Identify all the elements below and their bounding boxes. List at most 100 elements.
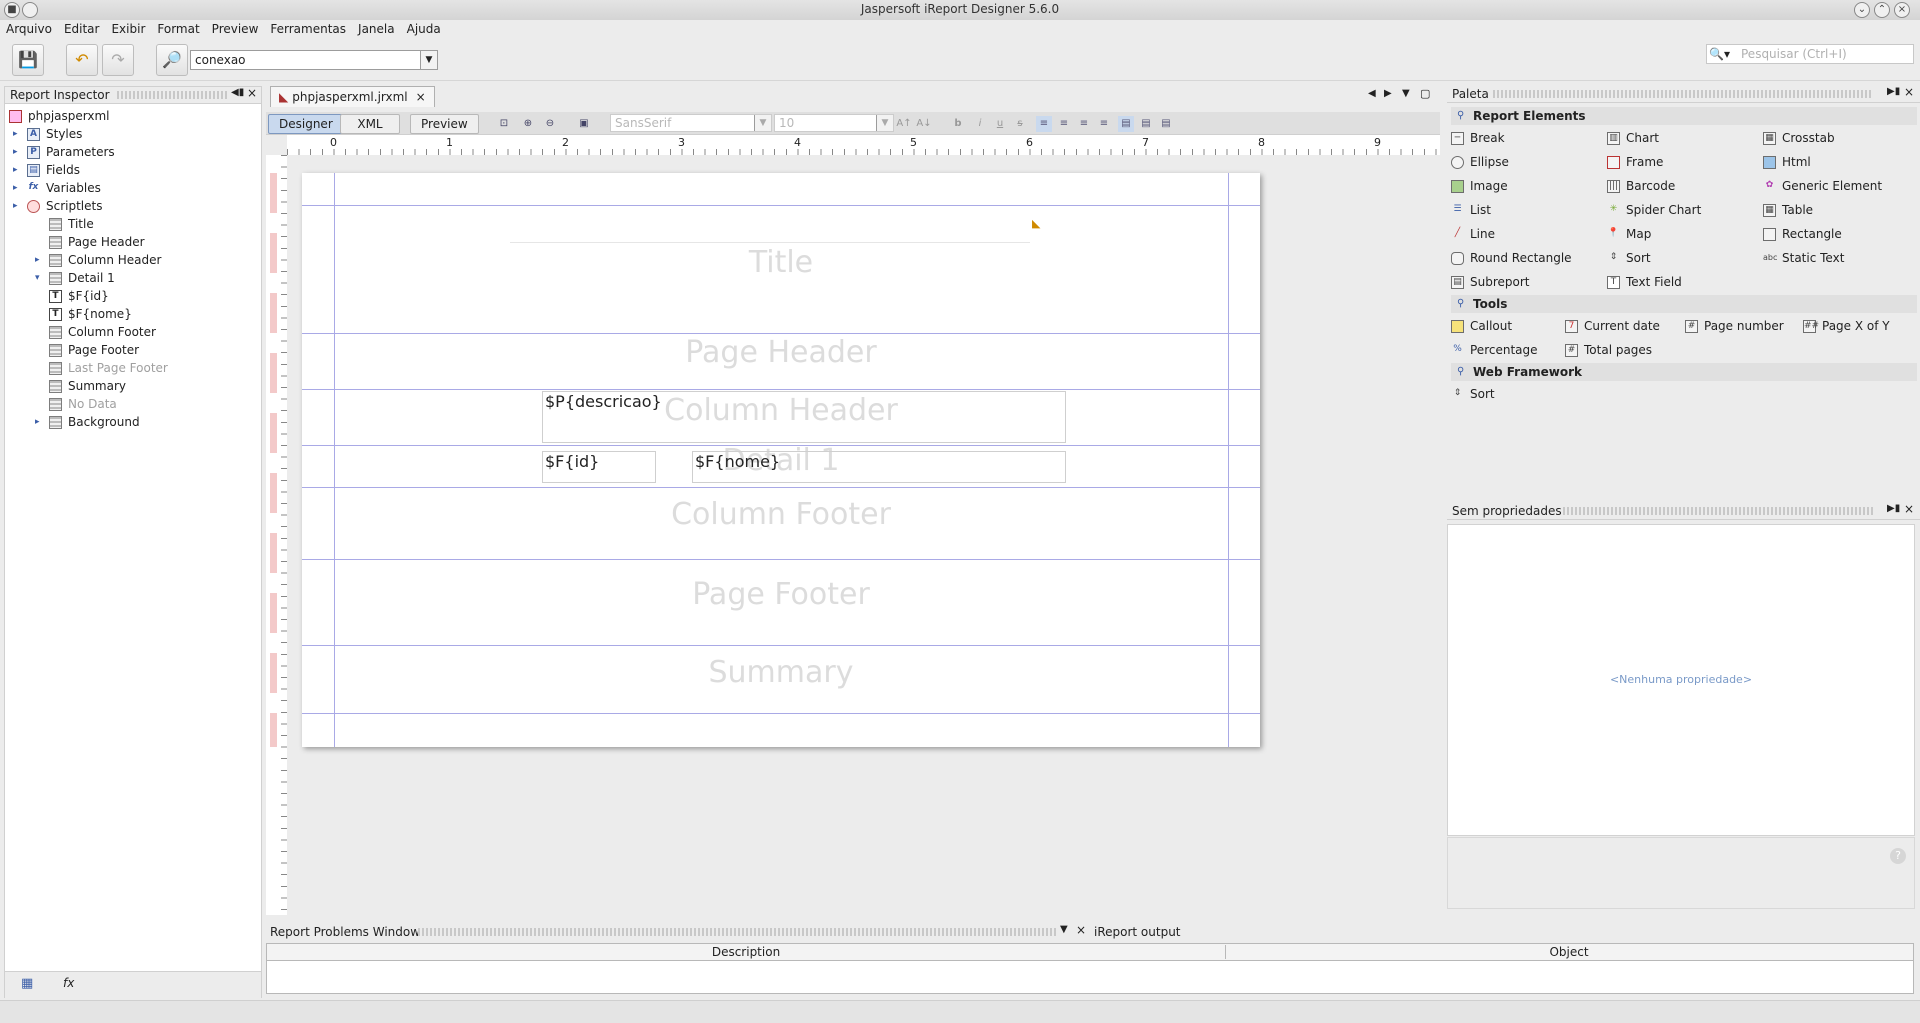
tree-item-column-header[interactable]: ▸ Column Header — [35, 251, 161, 269]
palette-item-line[interactable]: ╱ Line — [1451, 225, 1495, 243]
tree-item-detail-1[interactable]: ▾ Detail 1 — [35, 269, 115, 287]
field-id[interactable]: $F{id} — [542, 451, 656, 483]
field-descricao[interactable]: $P{descricao} — [542, 391, 1066, 443]
expand-icon[interactable]: ▸ — [13, 161, 18, 179]
palette-item-barcode[interactable]: ||| Barcode — [1607, 177, 1675, 195]
palette-section-web-framework[interactable]: ⚲ Web Framework — [1451, 363, 1917, 381]
scroll-tabs-right-icon[interactable]: ▶ — [1384, 88, 1392, 99]
expand-icon[interactable]: ▸ — [13, 143, 18, 161]
expand-icon[interactable]: ▸ — [13, 125, 18, 143]
palette-item-map[interactable]: 📍 Map — [1607, 225, 1651, 243]
close-panel-icon[interactable]: × — [1076, 923, 1086, 937]
inspector-report-icon[interactable]: ▦ — [21, 976, 33, 991]
palette-section-report-elements[interactable]: ⚲ Report Elements — [1451, 107, 1917, 125]
tree-item-background[interactable]: ▸ Background — [35, 413, 140, 431]
connection-select[interactable]: conexao ▼ — [190, 50, 438, 70]
minimize-panel-icon[interactable]: ▶▮ — [1887, 503, 1900, 514]
menu-arquivo[interactable]: Arquivo — [0, 20, 58, 38]
tree-item-page-footer[interactable]: Page Footer — [49, 341, 139, 359]
palette-section-tools[interactable]: ⚲ Tools — [1451, 295, 1917, 313]
palette-item-spider-chart[interactable]: ✳ Spider Chart — [1607, 201, 1702, 219]
clipboard-icon[interactable]: ▣ — [576, 116, 592, 132]
bold-icon[interactable]: b — [950, 116, 966, 132]
align-center-icon[interactable]: ≡ — [1056, 116, 1072, 132]
palette-item-chart[interactable]: ▥ Chart — [1607, 129, 1659, 147]
tree-item-page-header[interactable]: Page Header — [49, 233, 145, 251]
palette-item-page-number[interactable]: # Page number — [1685, 317, 1784, 335]
tree-item-styles[interactable]: ▸ A Styles — [13, 125, 82, 143]
tab-list-icon[interactable]: ▼ — [1402, 88, 1410, 99]
tree-item-scriptlets[interactable]: ▸ Scriptlets — [13, 197, 102, 215]
increase-font-icon[interactable]: A↑ — [896, 116, 912, 132]
expand-icon[interactable]: ▸ — [35, 251, 40, 269]
close-panel-icon[interactable]: × — [1904, 502, 1914, 516]
minimize-icon[interactable]: ⌄ — [1854, 2, 1870, 18]
palette-item-ellipse[interactable]: Ellipse — [1451, 153, 1509, 171]
help-icon[interactable]: ? — [1890, 848, 1906, 864]
italic-icon[interactable]: i — [972, 116, 988, 132]
panel-grip[interactable] — [1493, 90, 1873, 98]
tab-xml[interactable]: XML — [340, 114, 400, 134]
minimize-panel-icon[interactable]: ▼ — [1060, 924, 1068, 935]
tree-item-variables[interactable]: ▸ fx Variables — [13, 179, 101, 197]
menu-ajuda[interactable]: Ajuda — [401, 20, 447, 38]
panel-grip[interactable] — [418, 928, 1056, 936]
maximize-icon[interactable]: ⌃ — [1874, 2, 1890, 18]
tree-item-field-id[interactable]: T $F{id} — [49, 287, 109, 305]
expression-editor-icon[interactable]: fx — [63, 976, 74, 990]
palette-item-callout[interactable]: Callout — [1451, 317, 1512, 335]
column-description[interactable]: Description — [267, 945, 1226, 959]
valign-bottom-icon[interactable]: ▤ — [1158, 116, 1174, 132]
tree-item-field-nome[interactable]: T $F{nome} — [49, 305, 132, 323]
datasource-button[interactable]: 🔎 — [156, 44, 188, 76]
palette-item-generic-element[interactable]: ✿ Generic Element — [1763, 177, 1882, 195]
panel-grip[interactable] — [1563, 507, 1873, 515]
close-window-icon[interactable]: × — [1894, 2, 1910, 18]
minimize-panel-icon[interactable]: ◀▮ — [231, 87, 244, 98]
valign-top-icon[interactable]: ▤ — [1118, 116, 1134, 132]
align-right-icon[interactable]: ≡ — [1076, 116, 1092, 132]
expand-icon[interactable]: ▸ — [13, 197, 18, 215]
scroll-tabs-left-icon[interactable]: ◀ — [1368, 88, 1376, 99]
tab-preview[interactable]: Preview — [410, 114, 479, 134]
field-nome[interactable]: $F{nome} — [692, 451, 1066, 483]
tree-item-last-page-footer[interactable]: Last Page Footer — [49, 359, 168, 377]
menu-ferramentas[interactable]: Ferramentas — [264, 20, 352, 38]
palette-item-rectangle[interactable]: Rectangle — [1763, 225, 1842, 243]
align-left-icon[interactable]: ≡ — [1036, 116, 1052, 132]
menu-format[interactable]: Format — [151, 20, 205, 38]
palette-item-current-date[interactable]: 7 Current date — [1565, 317, 1660, 335]
expand-icon[interactable]: ▸ — [13, 179, 18, 197]
tree-item-no-data[interactable]: No Data — [49, 395, 117, 413]
zoom-in-icon[interactable]: ⊕ — [520, 116, 536, 132]
tree-item-title[interactable]: Title — [49, 215, 94, 233]
menu-preview[interactable]: Preview — [206, 20, 265, 38]
tab-ireport-output[interactable]: iReport output — [1094, 925, 1181, 939]
report-page[interactable]: ◣ Title Page Header Column Header Detail… — [302, 173, 1260, 747]
close-panel-icon[interactable]: × — [247, 86, 257, 100]
tree-root[interactable]: phpjasperxml — [9, 107, 110, 125]
font-size-select[interactable]: 10 ▼ — [774, 114, 894, 132]
expand-icon[interactable]: ▸ — [35, 413, 40, 431]
zoom-fit-icon[interactable]: ⊡ — [496, 116, 512, 132]
palette-item-break[interactable]: ─ Break — [1451, 129, 1505, 147]
menu-editar[interactable]: Editar — [58, 20, 106, 38]
collapse-icon[interactable]: ▾ — [35, 269, 40, 287]
underline-icon[interactable]: u — [992, 116, 1008, 132]
minimize-panel-icon[interactable]: ▶▮ — [1887, 86, 1900, 97]
design-canvas[interactable]: ◣ Title Page Header Column Header Detail… — [287, 155, 1440, 915]
palette-item-html[interactable]: Html — [1763, 153, 1811, 171]
tree-item-fields[interactable]: ▸ ▤ Fields — [13, 161, 80, 179]
close-panel-icon[interactable]: × — [1904, 85, 1914, 99]
tab-phpjasperxml[interactable]: ◣ phpjasperxml.jrxml × — [270, 86, 435, 107]
save-all-button[interactable]: 💾 — [12, 44, 44, 76]
palette-item-subreport[interactable]: ▤ Subreport — [1451, 273, 1530, 291]
align-justify-icon[interactable]: ≡ — [1096, 116, 1112, 132]
tree-item-column-footer[interactable]: Column Footer — [49, 323, 156, 341]
palette-item-percentage[interactable]: % Percentage — [1451, 341, 1537, 359]
maximize-editor-icon[interactable]: ▢ — [1420, 87, 1430, 100]
palette-item-page-x-of-y[interactable]: ## Page X of Y — [1803, 317, 1890, 335]
close-tab-icon[interactable]: × — [416, 90, 426, 104]
palette-item-image[interactable]: Image — [1451, 177, 1508, 195]
palette-item-table[interactable]: ▦ Table — [1763, 201, 1813, 219]
